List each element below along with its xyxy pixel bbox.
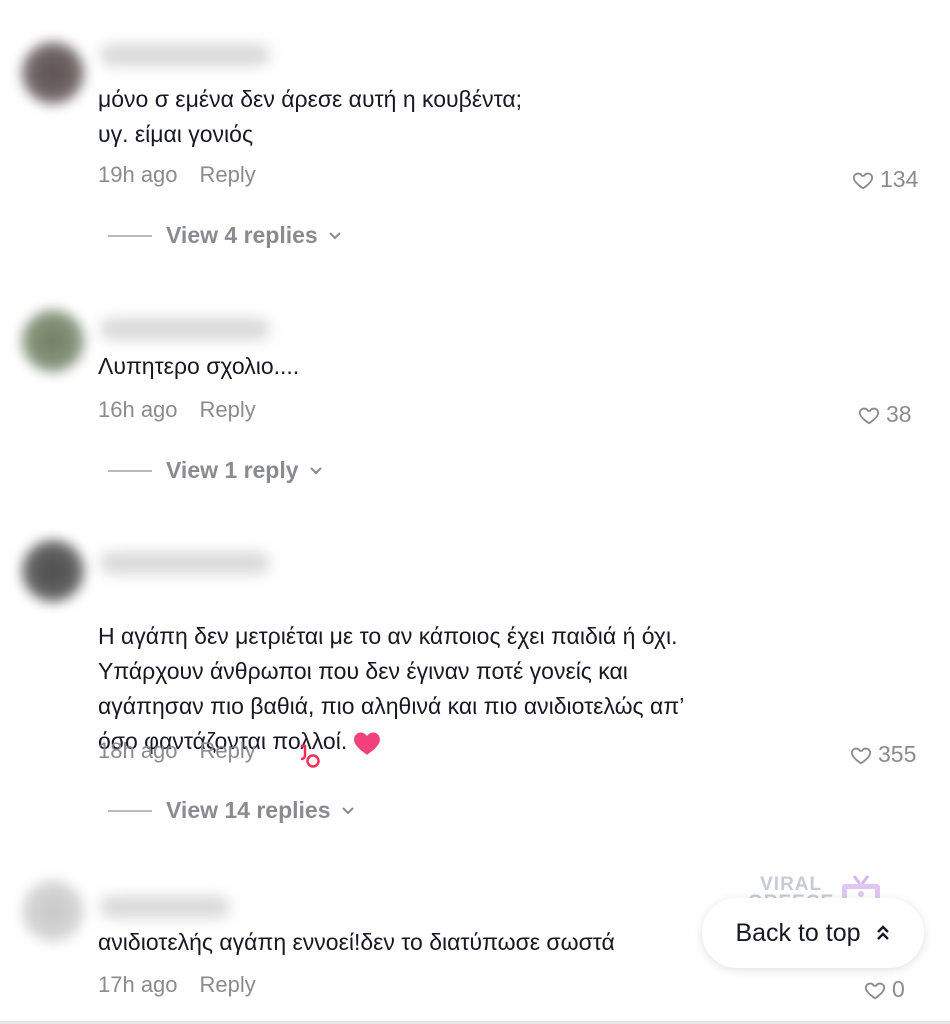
view-replies-button[interactable]: View 14 replies <box>108 797 355 824</box>
heart-outline-icon <box>858 407 880 424</box>
like-button[interactable]: 355 <box>850 741 916 768</box>
view-replies-button[interactable]: View 4 replies <box>108 222 342 249</box>
username-blurred[interactable] <box>100 552 270 574</box>
avatar[interactable] <box>22 310 84 372</box>
chevron-down-icon <box>309 466 322 474</box>
back-to-top-button[interactable]: Back to top <box>702 898 924 968</box>
reply-button[interactable]: Reply <box>200 162 256 188</box>
comment-meta: 17h ago Reply <box>98 972 256 998</box>
heart-outline-icon <box>864 982 886 999</box>
chevron-down-icon <box>329 231 341 239</box>
username-blurred[interactable] <box>100 44 270 66</box>
creator-liked-icon <box>300 744 320 768</box>
comment-text-body: Η αγάπη δεν μετριέται με το αν κάποιος έ… <box>98 623 685 754</box>
comment-text: Λυπητερο σχολιο.... <box>98 353 300 379</box>
comment-meta: 16h ago Reply <box>98 397 256 423</box>
like-count: 0 <box>892 976 905 1002</box>
avatar[interactable] <box>22 540 84 602</box>
view-replies-label: View 4 replies <box>166 222 318 248</box>
avatar[interactable] <box>22 880 84 942</box>
like-count: 355 <box>878 741 917 767</box>
divider-line <box>108 234 152 237</box>
avatar[interactable] <box>22 42 84 104</box>
comment-meta: 19h ago Reply <box>98 162 256 188</box>
like-count: 134 <box>880 166 919 192</box>
reply-button[interactable]: Reply <box>200 738 256 764</box>
reply-button[interactable]: Reply <box>200 397 256 423</box>
view-replies-label: View 14 replies <box>166 797 331 823</box>
divider-line <box>108 469 152 472</box>
reply-button[interactable]: Reply <box>200 972 256 998</box>
comment-meta: 18h ago Reply <box>98 738 256 764</box>
divider-line <box>108 809 152 812</box>
like-button[interactable]: 38 <box>858 401 912 428</box>
username-blurred[interactable] <box>100 896 230 918</box>
view-replies-label: View 1 reply <box>166 457 299 483</box>
like-button[interactable]: 134 <box>852 166 918 193</box>
back-to-top-label: Back to top <box>735 918 861 947</box>
comment-time: 18h ago <box>98 738 178 763</box>
heart-outline-icon <box>850 747 872 764</box>
comment-text: Η αγάπη δεν μετριέται με το αν κάποιος έ… <box>98 584 818 759</box>
view-replies-button[interactable]: View 1 reply <box>108 457 323 484</box>
comment-text: μόνο σ εμένα δεν άρεσε αυτή η κουβέντα; … <box>98 86 523 147</box>
like-button[interactable]: 0 <box>864 976 905 1003</box>
double-chevron-up-icon <box>876 925 889 940</box>
username-blurred[interactable] <box>100 318 270 340</box>
chevron-down-icon <box>341 806 354 814</box>
comment-time: 16h ago <box>98 397 178 422</box>
like-count: 38 <box>886 401 912 427</box>
pink-heart-emoji-icon <box>354 732 381 755</box>
comment-time: 17h ago <box>98 972 178 997</box>
comment-time: 19h ago <box>98 162 178 187</box>
heart-outline-icon <box>852 172 874 189</box>
